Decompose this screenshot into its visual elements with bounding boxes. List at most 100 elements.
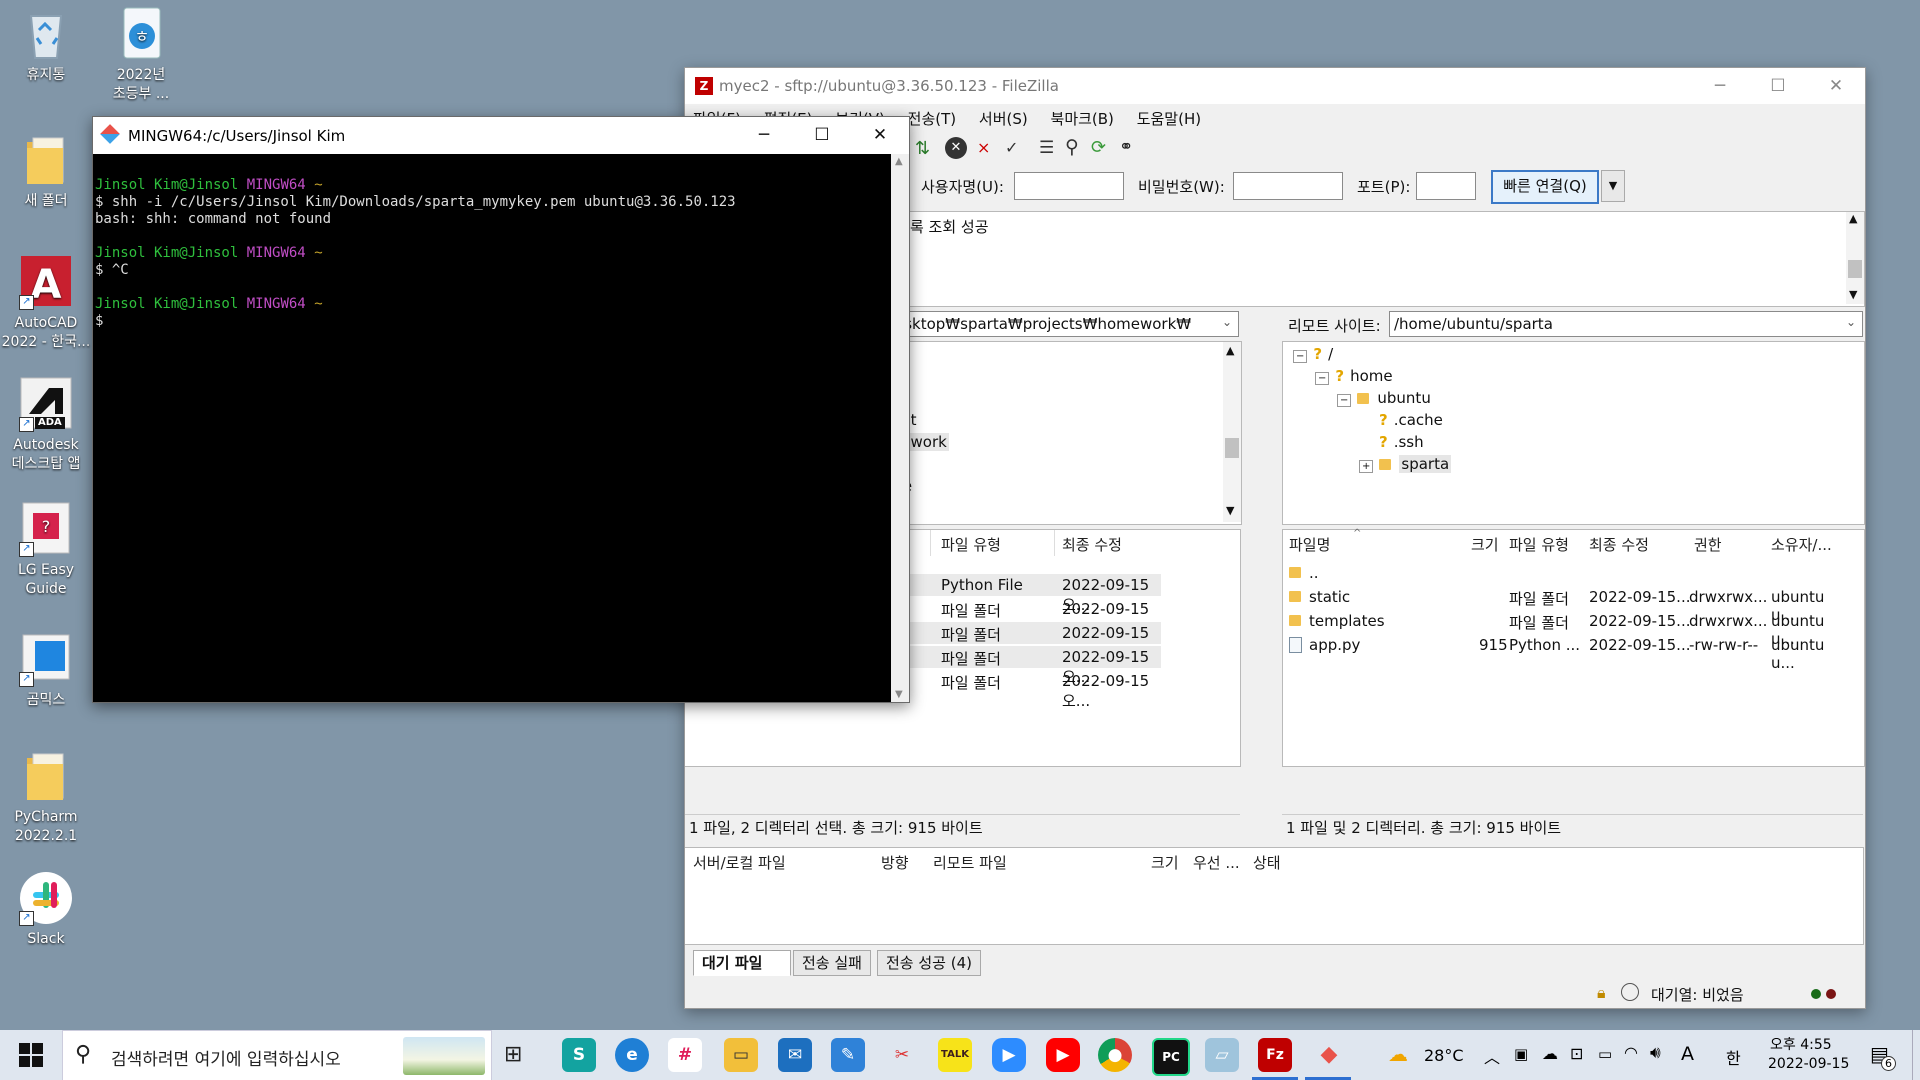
weather-temp[interactable]: 28°C: [1424, 1046, 1464, 1065]
close-button[interactable]: ✕: [1807, 68, 1865, 105]
file-explorer-icon[interactable]: ▭: [724, 1038, 758, 1072]
tray-icon-2[interactable]: ⊡: [1570, 1044, 1583, 1063]
scroll-thumb[interactable]: [1225, 438, 1239, 458]
quickconnect-dropdown[interactable]: ▼: [1601, 170, 1625, 202]
title-bar[interactable]: MINGW64:/c/Users/Jinsol Kim ─ ☐ ✕: [93, 117, 909, 154]
battery-icon[interactable]: ▭: [1598, 1045, 1612, 1063]
desktop-icon-gommix[interactable]: ↗ 곰믹스: [1, 631, 91, 710]
tab-failed-transfers[interactable]: 전송 실패: [793, 950, 871, 976]
tree-item-home[interactable]: −? home: [1315, 367, 1393, 385]
pycharm-icon[interactable]: PC: [1152, 1038, 1190, 1076]
desktop-icon-autocad[interactable]: A ↗ AutoCAD 2022 - 한국...: [1, 254, 91, 352]
collapse-icon[interactable]: −: [1337, 394, 1352, 407]
maximize-button[interactable]: ☐: [793, 117, 851, 154]
git-bash-taskbar-icon[interactable]: ◆: [1312, 1038, 1346, 1072]
terminal-scrollbar[interactable]: ▲ ▼: [891, 154, 909, 702]
process-queue-icon[interactable]: ⇅: [915, 138, 930, 159]
desktop-icon-slack[interactable]: ↗ Slack: [1, 870, 91, 949]
title-bar[interactable]: Z myec2 - sftp://ubuntu@3.36.50.123 - Fi…: [685, 68, 1865, 104]
tab-successful-transfers[interactable]: 전송 성공 (4): [877, 950, 981, 976]
task-view-icon[interactable]: ⊞: [504, 1042, 522, 1067]
cancel-icon[interactable]: ✕: [945, 137, 967, 159]
binoculars-icon[interactable]: ⚭: [1119, 137, 1133, 157]
tree-item-ssh[interactable]: ? .ssh: [1379, 433, 1424, 451]
column-name[interactable]: 파일명: [1289, 534, 1330, 555]
desktop-icon-new-folder[interactable]: 새 폴더: [1, 132, 91, 211]
remote-path-field[interactable]: /home/ubuntu/sparta ⌄: [1389, 311, 1863, 337]
desktop-icon-pycharm[interactable]: PyCharm 2022.2.1: [1, 748, 91, 846]
clock-time[interactable]: 오후 4:55: [1770, 1034, 1832, 1054]
queue-column-direction[interactable]: 방향: [881, 852, 909, 873]
tree-item-cache[interactable]: ? .cache: [1379, 411, 1443, 429]
weather-icon[interactable]: ☁: [1388, 1042, 1408, 1066]
scroll-down-icon[interactable]: ▼: [1226, 504, 1234, 517]
language-indicator[interactable]: 한: [1726, 1045, 1741, 1069]
remote-directory-tree[interactable]: −? / −? home − ubuntu ? .cache ? .ssh + sparta: [1282, 341, 1865, 525]
queue-column-priority[interactable]: 우선 ...: [1193, 852, 1240, 873]
port-field[interactable]: [1416, 172, 1476, 200]
table-row[interactable]: ..: [1287, 562, 1847, 584]
reconnect-icon[interactable]: ✓: [1005, 138, 1018, 157]
scroll-down-icon[interactable]: ▼: [1849, 288, 1857, 301]
scroll-down-icon[interactable]: ▼: [895, 689, 903, 700]
chevron-down-icon[interactable]: ⌄: [1846, 315, 1856, 329]
column-type[interactable]: 파일 유형: [1509, 534, 1569, 555]
kakaotalk-icon[interactable]: TALK: [938, 1038, 972, 1072]
collapse-icon[interactable]: −: [1315, 372, 1330, 385]
column-modified[interactable]: 최종 수정: [1062, 534, 1122, 555]
quickconnect-button[interactable]: 빠른 연결(Q): [1491, 170, 1599, 204]
scroll-up-icon[interactable]: ▲: [895, 156, 903, 167]
directory-listing-icon[interactable]: ☰: [1039, 138, 1054, 158]
queue-column-file[interactable]: 서버/로컬 파일: [693, 852, 786, 873]
search-icon[interactable]: ⚲: [1065, 136, 1079, 158]
menu-transfer[interactable]: 전송(T): [908, 110, 956, 128]
desktop-icon-recycle-bin[interactable]: 휴지통: [1, 6, 91, 85]
slack-taskbar-icon[interactable]: #: [668, 1038, 702, 1072]
taskbar-app-icon-2[interactable]: ✎: [831, 1038, 865, 1072]
tree-item-sparta[interactable]: + sparta: [1359, 455, 1452, 473]
remote-file-list[interactable]: 파일명 ^ 크기 파일 유형 최종 수정 권한 소유자/... .. stati…: [1282, 528, 1865, 767]
password-field[interactable]: [1233, 172, 1343, 200]
menu-help[interactable]: 도움말(H): [1137, 110, 1201, 128]
tree-scrollbar[interactable]: ▲ ▼: [1223, 342, 1241, 522]
table-row[interactable]: static 파일 폴더 2022-09-15... drwxrwx... ub…: [1287, 586, 1847, 624]
minimize-button[interactable]: ─: [735, 117, 793, 154]
queue-column-status[interactable]: 상태: [1253, 852, 1281, 873]
username-field[interactable]: [1014, 172, 1124, 200]
edge-icon[interactable]: e: [615, 1038, 649, 1072]
desktop-icon-autodesk[interactable]: ADA ↗ Autodesk 데스크탑 앱: [1, 376, 91, 474]
taskbar-app-icon-3[interactable]: ▱: [1205, 1038, 1239, 1072]
column-permissions[interactable]: 권한: [1694, 534, 1722, 555]
desktop-icon-lg-easy-guide[interactable]: ? ↗ LG Easy Guide: [1, 501, 91, 599]
message-log[interactable]: 렉터리 목록 조회 성공 ▲ ▼: [845, 211, 1865, 307]
disconnect-icon[interactable]: ⨯: [977, 138, 990, 157]
expand-icon[interactable]: +: [1359, 460, 1374, 473]
tree-item-root[interactable]: −? /: [1293, 345, 1333, 363]
taskbar-search-box[interactable]: ⚲ 검색하려면 여기에 입력하십시오: [62, 1030, 492, 1080]
queue-column-size[interactable]: 크기: [1151, 852, 1179, 873]
desktop-icon-2022-doc[interactable]: ㅎ 2022년 초등부 ...: [96, 6, 186, 104]
terminal-output[interactable]: Jinsol Kim@Jinsol MINGW64 ~ $ shh -i /c/U…: [93, 154, 891, 702]
filezilla-taskbar-icon[interactable]: Fz: [1258, 1038, 1292, 1072]
start-button[interactable]: [10, 1043, 52, 1069]
volume-icon[interactable]: 🔊︎: [1650, 1043, 1661, 1063]
menu-bookmarks[interactable]: 북마크(B): [1051, 110, 1114, 128]
minimize-button[interactable]: ─: [1691, 68, 1749, 105]
collapse-icon[interactable]: −: [1293, 350, 1308, 363]
ime-mode[interactable]: A: [1681, 1043, 1694, 1065]
column-type[interactable]: 파일 유형: [941, 534, 1001, 555]
tab-queued-files[interactable]: 대기 파일: [693, 950, 791, 976]
table-row[interactable]: app.py 915 Python ... 2022-09-15... -rw-…: [1287, 634, 1847, 672]
menu-server[interactable]: 서버(S): [979, 110, 1028, 128]
zoom-icon[interactable]: ▶: [992, 1038, 1026, 1072]
tree-item-ubuntu[interactable]: − ubuntu: [1337, 389, 1431, 407]
column-modified[interactable]: 최종 수정: [1589, 534, 1649, 555]
chevron-down-icon[interactable]: ⌄: [1222, 315, 1232, 329]
onedrive-icon[interactable]: ☁: [1542, 1044, 1558, 1063]
close-button[interactable]: ✕: [851, 117, 909, 154]
mail-icon[interactable]: ✉: [778, 1038, 812, 1072]
show-desktop-button[interactable]: [1912, 1030, 1920, 1080]
taskbar-app-icon[interactable]: S: [562, 1038, 596, 1072]
chrome-icon[interactable]: ●: [1098, 1038, 1132, 1072]
youtube-icon[interactable]: ▶: [1046, 1038, 1080, 1072]
